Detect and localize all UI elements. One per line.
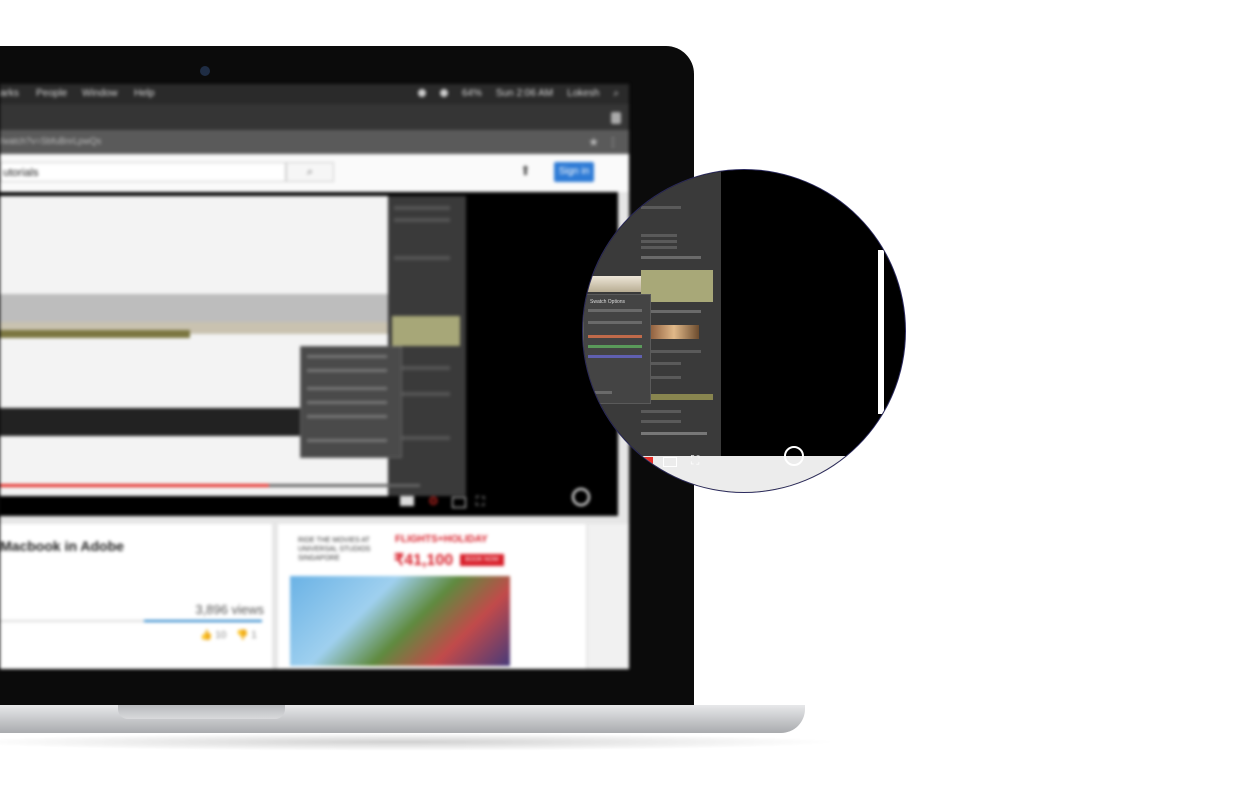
mg-theater-icon xyxy=(663,457,677,467)
mg-slider-red xyxy=(588,335,642,338)
dialog-line xyxy=(307,355,387,358)
fullscreen-icon[interactable]: ⛶ xyxy=(476,494,484,509)
mg-panel-row xyxy=(641,432,707,435)
mg-watermark-logo-icon xyxy=(784,446,804,466)
panel-row xyxy=(394,436,450,440)
sidebar-placeholder xyxy=(588,524,629,669)
mg-white-edge xyxy=(878,250,884,414)
thumbs-down-icon: 👎 xyxy=(236,630,249,641)
mac-menubar: arks People Window Help 64% Sun 2:06 AM … xyxy=(0,84,629,104)
menu-item[interactable]: arks xyxy=(0,88,19,99)
mg-panel-row xyxy=(641,240,677,243)
ad-cta-button[interactable]: BOOK NOW xyxy=(460,554,504,566)
mg-olive-bar xyxy=(643,394,713,400)
video-title: Macbook in Adobe xyxy=(0,538,124,554)
ad-brand: FLIGHTS+HOLIDAY xyxy=(395,534,488,545)
frame-gray-band xyxy=(0,294,426,322)
video-progress-bar[interactable] xyxy=(0,484,420,487)
battery-percent[interactable]: 64% xyxy=(462,88,482,99)
menu-item-window[interactable]: Window xyxy=(82,88,118,99)
video-frame xyxy=(0,196,466,496)
color-swatch xyxy=(392,316,460,346)
mg-panel-row xyxy=(641,234,677,237)
panel-row xyxy=(394,218,450,222)
mg-beige-stripe xyxy=(583,276,641,292)
laptop-shadow xyxy=(0,733,840,751)
mg-dialog-field xyxy=(588,321,642,324)
spotlight-icon[interactable]: ⌕ xyxy=(613,88,619,99)
laptop-notch xyxy=(118,705,285,719)
panel-row xyxy=(394,366,450,370)
ad-banner[interactable]: RIDE THE MOVIES AT UNIVERSAL STUDIOS SIN… xyxy=(278,524,586,669)
laptop-base xyxy=(0,705,805,733)
frame-olive-band xyxy=(0,330,190,338)
mg-panel-row xyxy=(641,246,677,249)
browser-urlbar[interactable]: /watch?v=SbfuBnrLpwQs ★ ⋮ xyxy=(0,130,629,154)
theater-mode-icon[interactable] xyxy=(452,497,466,508)
mg-dialog-field xyxy=(588,309,642,312)
video-info-card: Macbook in Adobe 3,896 views 👍 10 👎 1 xyxy=(0,524,272,669)
subtitles-icon[interactable] xyxy=(400,496,414,506)
thumbs-up-icon: 👍 xyxy=(200,630,213,641)
webcam-icon xyxy=(200,66,210,76)
video-progress-fill xyxy=(0,484,269,487)
magnifier-circle: Swatch Options ⛶ xyxy=(583,170,905,492)
like-button[interactable]: 👍 10 xyxy=(200,630,226,641)
wifi-icon[interactable] xyxy=(417,89,426,97)
bookmark-star-icon[interactable]: ★ xyxy=(588,135,599,149)
ad-image xyxy=(290,576,510,666)
panel-row xyxy=(394,392,450,396)
mg-slider-green xyxy=(588,345,642,348)
video-player[interactable]: ⚙ ⛶ xyxy=(0,192,618,516)
mg-swatch-dialog: Swatch Options xyxy=(583,294,651,404)
dialog-line xyxy=(307,369,387,372)
clock[interactable]: Sun 2:06 AM xyxy=(496,88,553,99)
search-icon: ⌕ xyxy=(306,166,314,178)
menu-item-people[interactable]: People xyxy=(36,88,67,99)
dialog-line xyxy=(307,415,387,418)
extension-icon[interactable] xyxy=(611,112,621,124)
mg-panel-row xyxy=(641,410,681,413)
sentiment-bar-track xyxy=(0,620,144,622)
dislike-button[interactable]: 👎 1 xyxy=(236,630,257,641)
dialog-line xyxy=(307,439,387,442)
browser-tabbar xyxy=(0,104,629,130)
ad-tagline: RIDE THE MOVIES AT UNIVERSAL STUDIOS SIN… xyxy=(298,537,371,562)
browser-menu-icon[interactable]: ⋮ xyxy=(607,135,619,149)
menu-item-help[interactable]: Help xyxy=(134,88,155,99)
mg-settings-badge xyxy=(641,457,653,465)
upload-icon[interactable]: ⬆ xyxy=(520,163,531,179)
view-count: 3,896 views xyxy=(195,602,264,617)
swatch-dialog xyxy=(300,346,402,458)
settings-icon[interactable]: ⚙ xyxy=(428,494,439,508)
mg-color-swatch xyxy=(641,270,713,302)
mg-dialog-button xyxy=(588,391,612,394)
volume-icon[interactable] xyxy=(439,89,448,97)
search-input[interactable]: utorials xyxy=(0,162,286,182)
dialog-line xyxy=(307,401,387,404)
sentiment-bar xyxy=(144,620,262,622)
dislike-count: 1 xyxy=(251,630,257,641)
url-text[interactable]: /watch?v=SbfuBnrLpwQs xyxy=(0,136,101,146)
ad-price: ₹41,100 xyxy=(394,552,454,569)
mg-panel-row xyxy=(641,206,681,209)
user-name[interactable]: Lokesh xyxy=(567,88,599,99)
mg-panel-row xyxy=(641,256,701,259)
mg-video-black xyxy=(721,170,878,492)
mg-dialog-title: Swatch Options xyxy=(590,299,626,305)
search-button[interactable]: ⌕ xyxy=(286,162,334,182)
mg-thumbnail xyxy=(649,325,699,339)
mg-slider-blue xyxy=(588,355,642,358)
dialog-line xyxy=(307,387,387,390)
panel-row xyxy=(394,206,450,210)
panel-row xyxy=(394,256,450,260)
mg-panel-row xyxy=(641,420,681,423)
laptop-screen: arks People Window Help 64% Sun 2:06 AM … xyxy=(0,84,629,669)
mg-fullscreen-icon: ⛶ xyxy=(691,453,700,467)
like-count: 10 xyxy=(215,630,227,641)
youtube-header: utorials ⌕ ⬆ Sign in xyxy=(0,154,629,193)
